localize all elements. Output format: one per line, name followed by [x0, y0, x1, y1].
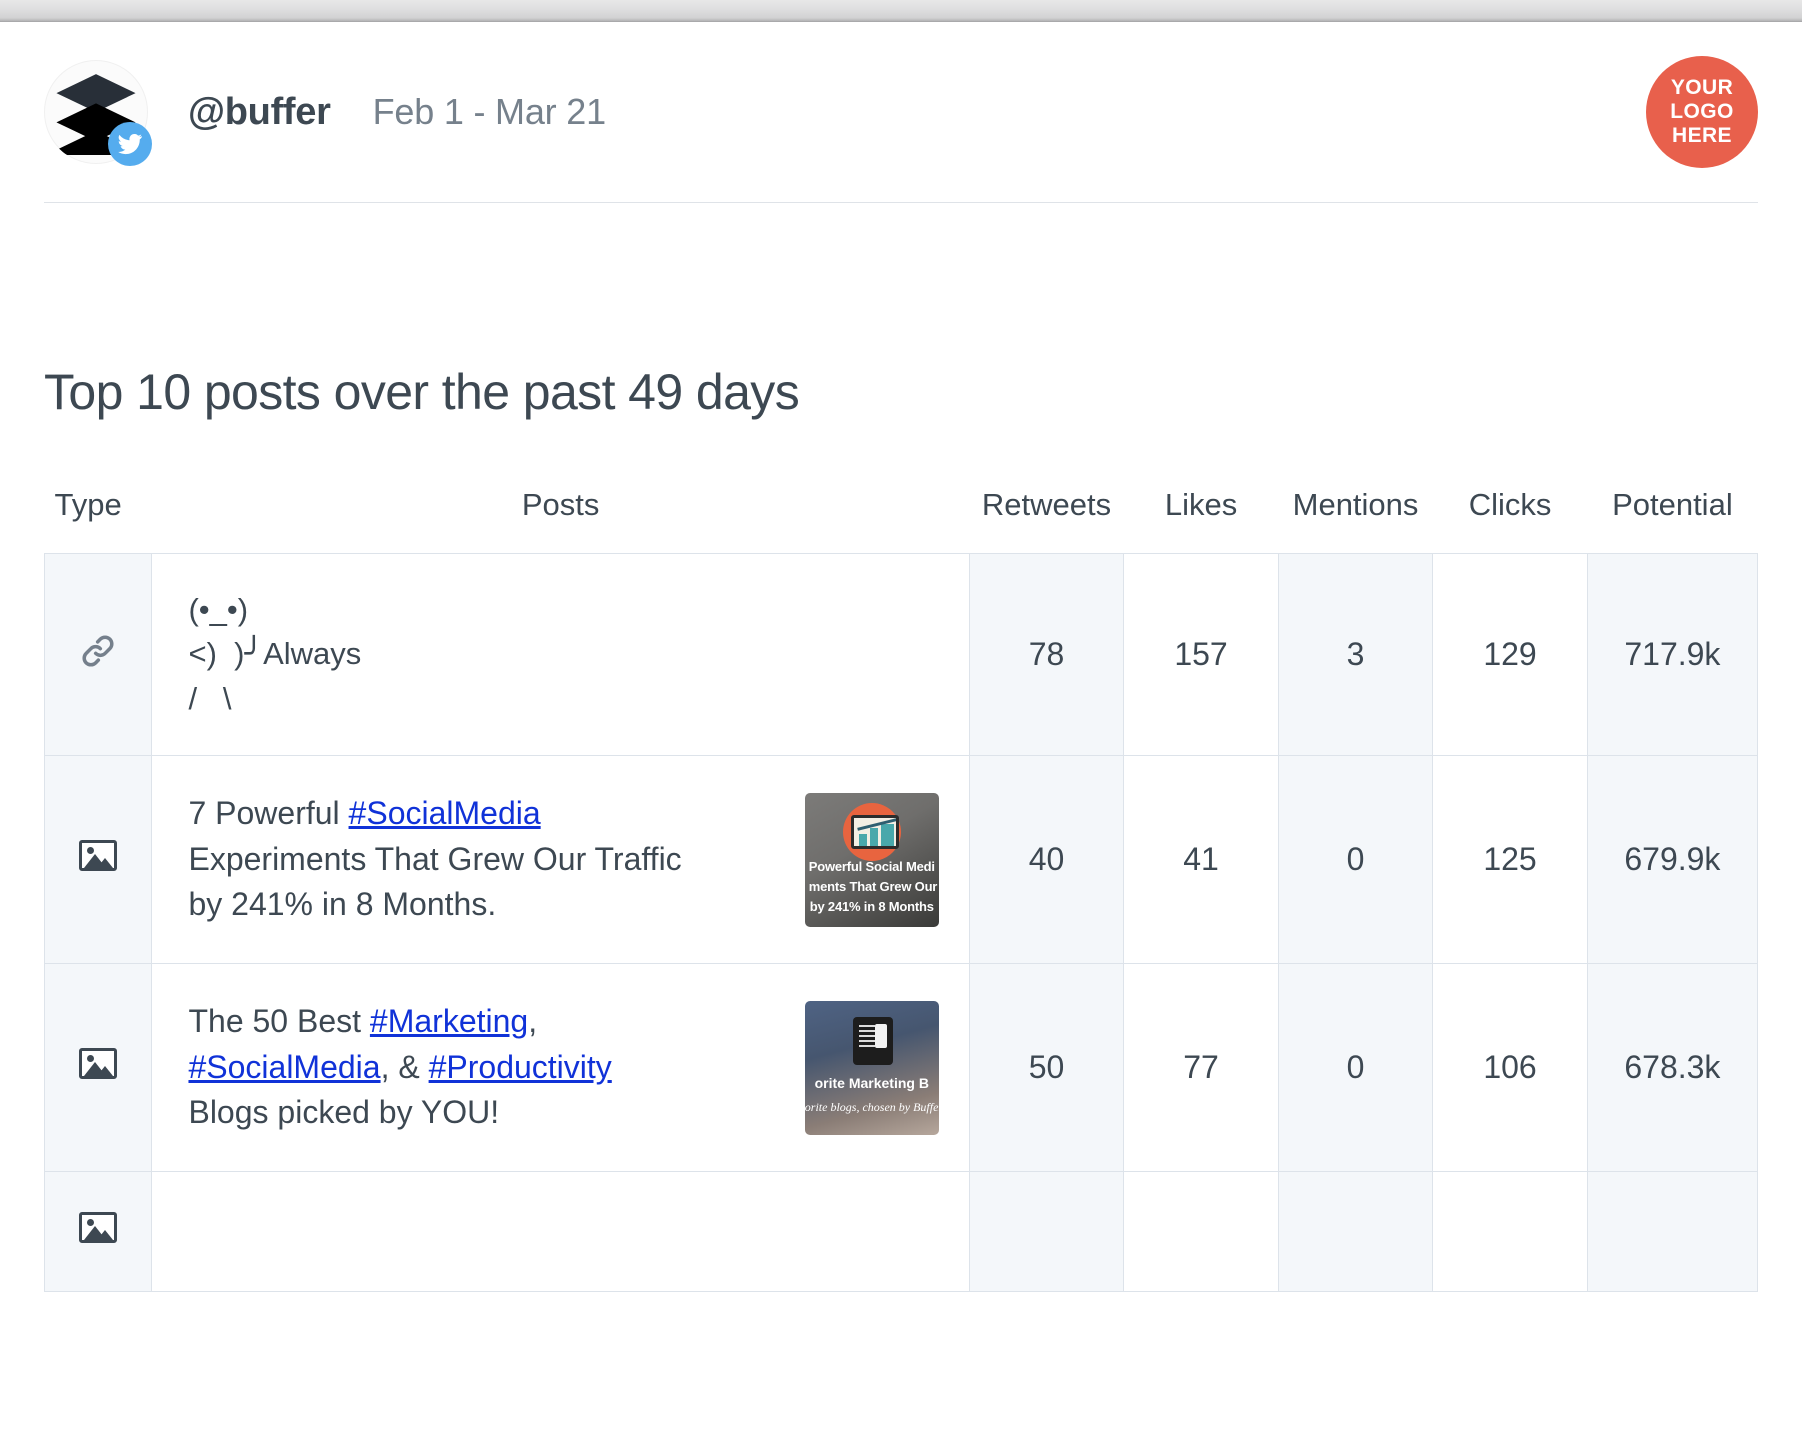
picture-icon	[79, 1048, 117, 1079]
table-row: 7 Powerful #SocialMedia Experiments That…	[45, 756, 1758, 964]
column-header-mentions: Mentions	[1278, 487, 1433, 554]
post-text: 7 Powerful #SocialMedia Experiments That…	[188, 791, 688, 927]
cell-retweets	[969, 1172, 1124, 1292]
column-header-posts: Posts	[152, 487, 969, 554]
thumbnail-caption: Powerful Social Mediments That Grew Ourb…	[805, 857, 939, 916]
your-logo-badge: YOUR LOGO HERE	[1646, 56, 1758, 168]
column-header-clicks: Clicks	[1433, 487, 1588, 554]
cell-clicks: 125	[1433, 756, 1588, 964]
cell-retweets: 50	[969, 964, 1124, 1172]
logo-badge-line-3: HERE	[1672, 124, 1732, 148]
account-handle: @buffer	[188, 91, 331, 134]
cell-likes: 157	[1124, 554, 1279, 756]
cell-clicks	[1433, 1172, 1588, 1292]
cell-posts	[152, 1172, 969, 1292]
picture-icon	[79, 1212, 117, 1243]
logo-badge-line-1: YOUR	[1671, 76, 1733, 100]
cell-potential: 679.9k	[1587, 756, 1757, 964]
cell-mentions: 3	[1278, 554, 1433, 756]
post-text: The 50 Best #Marketing, #SocialMedia, & …	[188, 999, 688, 1135]
cell-potential	[1587, 1172, 1757, 1292]
table-row	[45, 1172, 1758, 1292]
cell-type	[45, 1172, 152, 1292]
cell-clicks: 129	[1433, 554, 1588, 756]
page-title: Top 10 posts over the past 49 days	[44, 363, 1758, 421]
cell-potential: 717.9k	[1587, 554, 1757, 756]
column-header-retweets: Retweets	[969, 487, 1124, 554]
cell-clicks: 106	[1433, 964, 1588, 1172]
logo-badge-line-2: LOGO	[1670, 100, 1733, 124]
cell-likes: 77	[1124, 964, 1279, 1172]
cell-likes	[1124, 1172, 1279, 1292]
browser-chrome-bar	[0, 0, 1802, 22]
link-icon	[78, 642, 118, 678]
hashtag-link[interactable]: #SocialMedia	[349, 795, 541, 831]
post-text: (•_•) <) )╯Always / \	[188, 588, 361, 720]
hashtag-link[interactable]: #Productivity	[429, 1049, 612, 1085]
column-header-likes: Likes	[1124, 487, 1279, 554]
report-page: @buffer Feb 1 - Mar 21 YOUR LOGO HERE To…	[0, 22, 1802, 1292]
table-header-row: Type Posts Retweets Likes Mentions Click…	[45, 487, 1758, 554]
cell-mentions: 0	[1278, 964, 1433, 1172]
report-header: @buffer Feb 1 - Mar 21 YOUR LOGO HERE	[44, 22, 1758, 203]
thumbnail-caption-line-2: orite blogs, chosen by Buffer	[805, 1100, 939, 1115]
cell-retweets: 78	[969, 554, 1124, 756]
post-thumbnail[interactable]: Powerful Social Mediments That Grew Ourb…	[805, 793, 939, 927]
cell-potential: 678.3k	[1587, 964, 1757, 1172]
column-header-potential: Potential	[1587, 487, 1757, 554]
top-posts-table: Type Posts Retweets Likes Mentions Click…	[44, 487, 1758, 1292]
hashtag-link[interactable]: #SocialMedia	[188, 1049, 380, 1085]
cell-posts: The 50 Best #Marketing, #SocialMedia, & …	[152, 964, 969, 1172]
column-header-type: Type	[45, 487, 152, 554]
thumbnail-caption-line-1: orite Marketing B	[805, 1075, 939, 1091]
cell-mentions: 0	[1278, 756, 1433, 964]
twitter-icon	[108, 122, 152, 166]
date-range: Feb 1 - Mar 21	[373, 91, 606, 133]
cell-retweets: 40	[969, 756, 1124, 964]
cell-type	[45, 554, 152, 756]
table-body: (•_•) <) )╯Always / \ 781573129717.9k 7 Po…	[45, 554, 1758, 1292]
cell-type	[45, 756, 152, 964]
cell-posts: 7 Powerful #SocialMedia Experiments That…	[152, 756, 969, 964]
table-row: (•_•) <) )╯Always / \ 781573129717.9k	[45, 554, 1758, 756]
post-thumbnail[interactable]: orite Marketing B orite blogs, chosen by …	[805, 1001, 939, 1135]
hashtag-link[interactable]: #Marketing	[370, 1003, 528, 1039]
cell-mentions	[1278, 1172, 1433, 1292]
cell-type	[45, 964, 152, 1172]
cell-posts: (•_•) <) )╯Always / \	[152, 554, 969, 756]
avatar	[44, 60, 148, 164]
table-row: The 50 Best #Marketing, #SocialMedia, & …	[45, 964, 1758, 1172]
cell-likes: 41	[1124, 756, 1279, 964]
picture-icon	[79, 840, 117, 871]
